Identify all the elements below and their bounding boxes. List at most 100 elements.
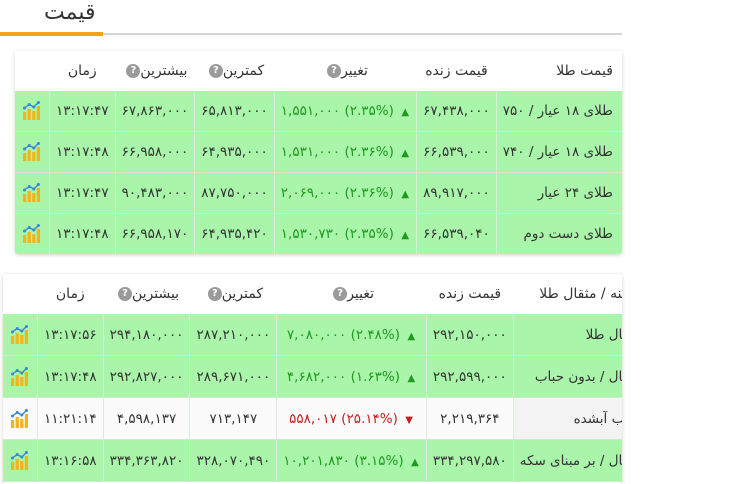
- row-high: ۶۶,۹۵۸,۱۷۰: [114, 213, 195, 254]
- row-change: ▼ (۲۵.۱۴%) ۵۵۸,۰۱۷: [276, 397, 427, 440]
- mesghal-price-table: مظنه / مثقال طلا قیمت زنده تغییر? کمترین…: [3, 274, 622, 482]
- col-high-label: بیشترین: [131, 286, 180, 302]
- row-change: ▲ (۲.۳۶%) ۲,۰۶۹,۰۰۰: [273, 172, 417, 214]
- row-time: ۱۱:۲۱:۱۴: [37, 397, 104, 440]
- row-high: ۲۹۲,۸۲۷,۰۰۰: [102, 355, 190, 398]
- bar-chart-icon[interactable]: [9, 450, 31, 470]
- caret-up-icon: ▲: [411, 456, 419, 468]
- table-row[interactable]: حباب آبشده۲,۲۱۹,۳۶۴▼ (۲۵.۱۴%) ۵۵۸,۰۱۷۷۱۳…: [3, 397, 622, 440]
- row-time: ۱۳:۱۷:۵۶: [37, 314, 104, 356]
- row-change: ▲ (۲.۳۵%) ۱,۵۵۱,۰۰۰: [273, 91, 417, 132]
- row-change-pct: (۲.۳۵%): [344, 226, 394, 242]
- table-header-row: مظنه / مثقال طلا قیمت زنده تغییر? کمترین…: [3, 274, 622, 314]
- row-low: ۲۸۷,۲۱۰,۰۰۰: [189, 314, 277, 356]
- row-time: ۱۳:۱۷:۴۸: [49, 213, 116, 254]
- row-change-pct: (۲۵.۱۴%): [341, 410, 398, 427]
- help-circle-icon[interactable]: ?: [126, 64, 141, 78]
- bar-chart-icon[interactable]: [9, 408, 31, 428]
- row-low: ۶۴,۹۳۵,۰۰۰: [194, 131, 275, 173]
- row-name[interactable]: طلای دست دوم: [495, 213, 622, 254]
- col-change-label: تغییر: [347, 286, 375, 302]
- table-row[interactable]: طلای ۱۸ عیار / ۷۴۰ ۶۶,۵۳۹,۰۰۰ ▲ (۲.۳۶%) ۱,…: [15, 131, 622, 173]
- row-name[interactable]: طلای ۲۴ عیار: [495, 172, 622, 214]
- chart-button[interactable]: [15, 213, 50, 254]
- col-low[interactable]: کمترین?: [189, 274, 277, 314]
- row-name[interactable]: طلای ۱۸ عیار / ۷۵۰: [495, 91, 622, 132]
- col-high[interactable]: بیشترین?: [115, 51, 195, 91]
- mesghal-price-card: مظنه / مثقال طلا قیمت زنده تغییر? کمترین…: [3, 274, 622, 484]
- col-time: زمان: [49, 51, 116, 91]
- row-time: ۱۳:۱۷:۴۸: [49, 131, 116, 173]
- col-high[interactable]: بیشترین?: [103, 274, 190, 314]
- caret-up-icon: ▲: [401, 148, 410, 159]
- table-row[interactable]: مثقال / بدون حباب۲۹۲,۵۹۹,۰۰۰▲ (۱.۶۳%) ۴,…: [3, 355, 622, 398]
- gold-price-card: قیمت طلا قیمت زنده تغییر? کمترین? بیشتری…: [15, 51, 622, 254]
- row-change: ▲ (۲.۳۶%) ۱,۵۳۱,۰۰۰: [273, 131, 417, 173]
- row-live-price: ۶۷,۴۳۸,۰۰۰: [416, 91, 497, 132]
- table-row[interactable]: طلای دست دوم ۶۶,۵۳۹,۰۴۰ ▲ (۲.۳۵%) ۱,۵۳۰,۷۳…: [15, 213, 622, 254]
- chart-button[interactable]: [15, 131, 50, 173]
- row-high: ۳۳۴,۳۶۳,۸۲۰: [102, 439, 190, 482]
- row-change-pct: (۲.۳۵%): [344, 103, 394, 119]
- col-change[interactable]: تغییر?: [276, 274, 427, 314]
- col-live-price: قیمت زنده: [426, 274, 514, 314]
- bar-chart-icon[interactable]: [21, 101, 43, 120]
- table-row[interactable]: طلای ۲۴ عیار ۸۹,۹۱۷,۰۰۰ ▲ (۲.۳۶%) ۲,۰۶۹,۰۰…: [15, 172, 622, 214]
- col-low[interactable]: کمترین?: [194, 51, 275, 91]
- help-circle-icon[interactable]: ?: [327, 64, 342, 78]
- table-row[interactable]: مثقال / بر مبنای سکه۳۳۴,۲۹۷,۵۸۰▲ (۳.۱۵%)…: [3, 439, 622, 482]
- row-live-price: ۲۹۲,۱۵۰,۰۰۰: [425, 314, 514, 356]
- col-low-label: کمترین: [222, 63, 265, 79]
- chart-button[interactable]: [15, 172, 50, 214]
- chart-button[interactable]: [3, 397, 38, 440]
- help-circle-icon[interactable]: ?: [208, 64, 223, 78]
- bar-chart-icon[interactable]: [21, 183, 43, 202]
- row-name[interactable]: مثقال / بر مبنای سکه: [512, 439, 622, 482]
- table-row[interactable]: مثقال طلا۲۹۲,۱۵۰,۰۰۰▲ (۲.۴۸%) ۷,۰۸۰,۰۰۰۲…: [3, 314, 622, 356]
- chart-button[interactable]: [3, 314, 38, 356]
- row-low: ۲۸۹,۶۷۱,۰۰۰: [189, 355, 277, 398]
- row-time: ۱۳:۱۷:۴۸: [37, 355, 104, 398]
- page-title: قیمت: [44, 0, 96, 25]
- row-change-value: ۱,۵۳۱,۰۰۰: [280, 144, 341, 160]
- row-time: ۱۳:۱۷:۴۷: [49, 172, 116, 214]
- row-low: ۸۷,۷۵۰,۰۰۰: [194, 172, 275, 214]
- caret-up-icon: ▲: [407, 330, 416, 342]
- row-change-value: ۱,۵۵۱,۰۰۰: [280, 103, 341, 119]
- title-accent-bar: [0, 32, 103, 36]
- row-low: ۳۲۸,۰۷۰,۴۹۰: [189, 439, 277, 482]
- bar-chart-icon[interactable]: [9, 324, 31, 344]
- row-name[interactable]: مثقال / بدون حباب: [512, 355, 622, 398]
- chart-button[interactable]: [3, 355, 38, 398]
- help-circle-icon[interactable]: ?: [207, 287, 222, 301]
- col-time: زمان: [37, 274, 104, 314]
- chart-button[interactable]: [15, 91, 50, 132]
- row-name[interactable]: حباب آبشده: [512, 397, 622, 440]
- col-low-label: کمترین: [221, 286, 263, 302]
- bar-chart-icon[interactable]: [21, 142, 43, 161]
- chart-button[interactable]: [3, 439, 38, 482]
- row-high: ۴,۵۹۸,۱۳۷: [102, 397, 190, 440]
- bar-chart-icon[interactable]: [21, 224, 43, 243]
- bar-chart-icon[interactable]: [9, 366, 31, 386]
- col-name: قیمت طلا: [496, 51, 622, 91]
- row-change-value: ۱۰,۲۰۱,۸۳۰: [283, 452, 350, 469]
- row-change-value: ۷,۰۸۰,۰۰۰: [286, 326, 347, 343]
- row-live-price: ۸۹,۹۱۷,۰۰۰: [416, 172, 497, 214]
- help-circle-icon[interactable]: ?: [333, 287, 348, 301]
- row-change: ▲ (۳.۱۵%) ۱۰,۲۰۱,۸۳۰: [276, 439, 427, 482]
- col-live-price: قیمت زنده: [416, 51, 497, 91]
- col-change[interactable]: تغییر?: [274, 51, 417, 91]
- row-high: ۲۹۴,۱۸۰,۰۰۰: [102, 314, 190, 356]
- row-change-value: ۴,۶۸۲,۰۰۰: [286, 368, 347, 385]
- col-chart: [3, 274, 38, 314]
- table-row[interactable]: طلای ۱۸ عیار / ۷۵۰ ۶۷,۴۳۸,۰۰۰ ▲ (۲.۳۵%) ۱,…: [15, 91, 622, 132]
- help-circle-icon[interactable]: ?: [117, 287, 132, 301]
- row-high: ۶۶,۹۵۸,۰۰۰: [114, 131, 195, 173]
- table-header-row: قیمت طلا قیمت زنده تغییر? کمترین? بیشتری…: [15, 51, 622, 91]
- row-change-pct: (۲.۳۶%): [344, 185, 394, 201]
- row-name[interactable]: طلای ۱۸ عیار / ۷۴۰: [495, 131, 622, 173]
- row-name[interactable]: مثقال طلا: [512, 314, 622, 356]
- row-change-pct: (۱.۶۳%): [350, 368, 400, 385]
- row-high: ۹۰,۴۸۳,۰۰۰: [114, 172, 195, 214]
